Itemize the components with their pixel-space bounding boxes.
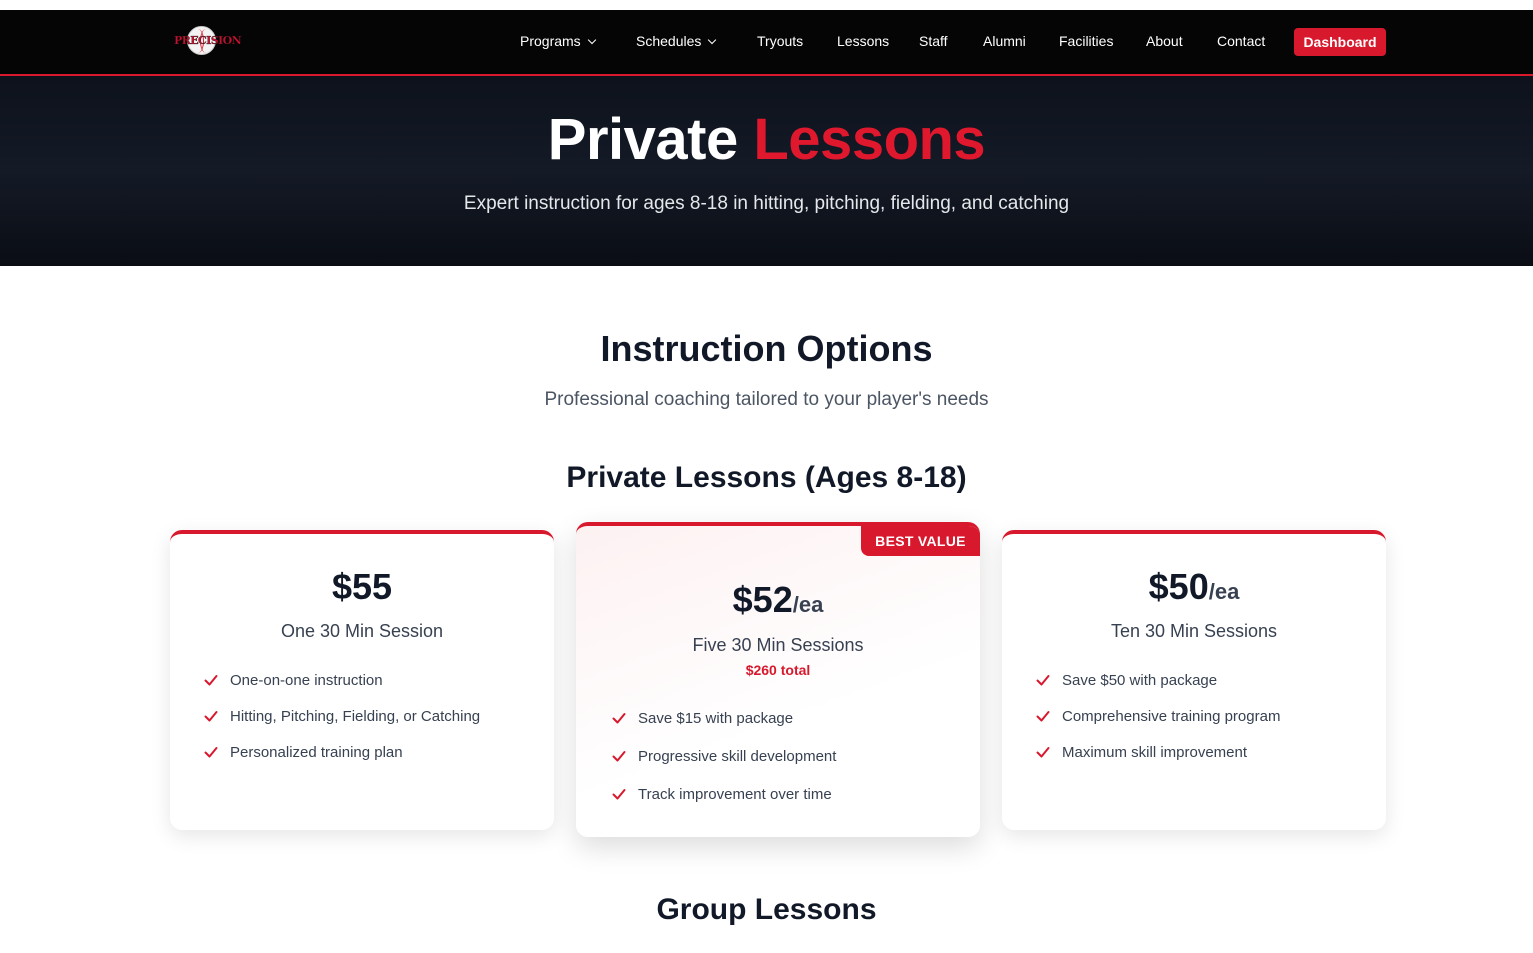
dashboard-button[interactable]: Dashboard xyxy=(1294,28,1386,56)
plan-total: $260 total xyxy=(745,662,811,678)
nav-about[interactable]: About xyxy=(1146,10,1183,74)
chevron-down-icon xyxy=(708,35,717,45)
plan-name: Five 30 Min Sessions xyxy=(692,635,864,655)
group-lessons-heading: Group Lessons xyxy=(656,893,877,926)
nav-programs[interactable]: Programs xyxy=(520,10,596,74)
nav-alumni[interactable]: Alumni xyxy=(983,10,1026,74)
plan-name: One 30 Min Session xyxy=(280,621,444,641)
best-value-badge: BEST VALUE xyxy=(861,526,980,556)
nav-contact[interactable]: Contact xyxy=(1217,10,1265,74)
check-icon xyxy=(612,713,626,724)
plan-price: $50/ea xyxy=(1148,566,1240,607)
plan-name: Ten 30 Min Sessions xyxy=(1110,621,1278,641)
hero-banner: Private Lessons Expert instruction for a… xyxy=(0,76,1533,266)
logo-text: PRECISION xyxy=(174,34,242,47)
check-icon xyxy=(1036,747,1050,758)
check-icon xyxy=(204,675,218,686)
page-title: Private Lessons xyxy=(547,107,986,172)
site-header: PRECISION Programs Schedules Tryouts Les… xyxy=(0,10,1533,76)
nav-tryouts[interactable]: Tryouts xyxy=(757,10,803,74)
plan-price: $52/ea xyxy=(732,579,824,620)
plan-price: $55 xyxy=(331,566,393,607)
pricing-card-five-pack: BEST VALUE $52/ea Five 30 Min Sessions $… xyxy=(576,522,980,837)
chevron-down-icon xyxy=(587,35,596,45)
brand-logo[interactable]: PRECISION xyxy=(172,24,242,58)
nav-staff[interactable]: Staff xyxy=(919,10,948,74)
check-icon xyxy=(1036,711,1050,722)
top-strip xyxy=(0,0,1533,10)
check-icon xyxy=(612,751,626,762)
nav-lessons[interactable]: Lessons xyxy=(837,10,889,74)
check-icon xyxy=(1036,675,1050,686)
check-icon xyxy=(204,711,218,722)
section-subtitle: Professional coaching tailored to your p… xyxy=(544,389,989,410)
nav-schedules[interactable]: Schedules xyxy=(636,10,717,74)
section-title: Instruction Options xyxy=(600,328,933,369)
pricing-card-ten-pack: $50/ea Ten 30 Min Sessions Save $50 with… xyxy=(1002,530,1386,830)
pricing-card-single: $55 One 30 Min Session One-on-one instru… xyxy=(170,530,554,830)
private-lessons-heading: Private Lessons (Ages 8-18) xyxy=(566,461,967,494)
check-icon xyxy=(612,789,626,800)
nav-facilities[interactable]: Facilities xyxy=(1059,10,1113,74)
check-icon xyxy=(204,747,218,758)
hero-subtitle: Expert instruction for ages 8-18 in hitt… xyxy=(463,193,1070,214)
